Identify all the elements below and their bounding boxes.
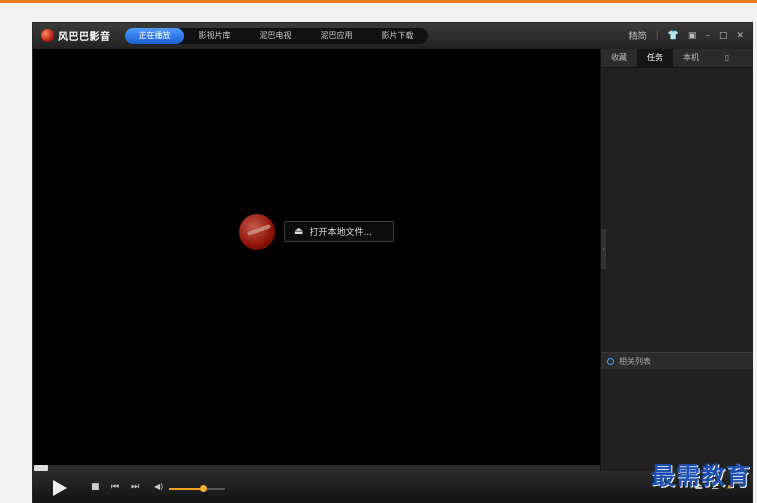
title-bar: 风巴巴影音 正在播放 影视片库 泥巴电视 泥巴应用 影片下载 精简 | 👕 ▣ …	[33, 23, 752, 49]
tab-movie-download[interactable]: 影片下载	[367, 28, 428, 44]
volume-fill	[169, 488, 203, 490]
eject-icon: ⏏	[294, 226, 304, 237]
tab-now-playing[interactable]: 正在播放	[125, 28, 184, 44]
center-logo-icon	[239, 214, 275, 250]
app-name: 风巴巴影音	[58, 32, 111, 43]
tab-tasks[interactable]: 任务	[637, 49, 673, 67]
volume-icon[interactable]: ◀)	[154, 482, 163, 491]
volume-slider[interactable]	[169, 485, 225, 492]
collapse-panel-handle[interactable]: ›	[601, 229, 606, 269]
tab-mud-apps[interactable]: 泥巴应用	[306, 28, 367, 44]
open-local-file-label: 打开本地文件...	[309, 228, 373, 238]
main-nav: 正在播放 影视片库 泥巴电视 泥巴应用 影片下载	[125, 28, 428, 44]
tab-video-library[interactable]: 影视片库	[184, 28, 245, 44]
control-bar: ■ ⏮ ⏭ ◀) ⏏ ☰ ▰	[33, 471, 752, 503]
close-button[interactable]: ✕	[736, 31, 744, 41]
side-tabs: 收藏 任务 本机 ▯	[601, 49, 753, 68]
tab-mud-tv[interactable]: 泥巴电视	[245, 28, 306, 44]
trash-icon[interactable]: ▯	[709, 49, 745, 67]
watermark-text: 最需教育	[651, 461, 751, 490]
maximize-button[interactable]: □	[719, 31, 728, 41]
stop-button[interactable]: ■	[91, 482, 100, 492]
minimize-button[interactable]: –	[705, 31, 710, 41]
volume-handle[interactable]	[199, 485, 207, 492]
side-panel: 收藏 任务 本机 ▯ › 相关列表	[600, 49, 753, 473]
menu-box-icon[interactable]: ▣	[688, 31, 697, 41]
compact-mode-button[interactable]: 精简	[629, 29, 647, 42]
related-list-header[interactable]: 相关列表	[601, 352, 753, 369]
shirt-icon[interactable]: 👕	[668, 31, 679, 41]
player-window: 风巴巴影音 正在播放 影视片库 泥巴电视 泥巴应用 影片下载 精简 | 👕 ▣ …	[32, 22, 753, 503]
tab-favorites[interactable]: 收藏	[601, 49, 637, 67]
window-controls: 精简 | 👕 ▣ – □ ✕	[620, 29, 744, 43]
tab-local[interactable]: 本机	[673, 49, 709, 67]
open-local-file-button[interactable]: ⏏ 打开本地文件...	[284, 221, 394, 242]
play-button[interactable]	[53, 480, 67, 496]
top-accent-bar	[0, 0, 757, 3]
logo-ball-icon	[41, 29, 54, 42]
related-list-label: 相关列表	[619, 356, 651, 366]
video-area[interactable]: ⏏ 打开本地文件...	[33, 49, 600, 465]
divider: |	[655, 30, 659, 41]
related-dot-icon	[607, 357, 614, 365]
next-button[interactable]: ⏭	[131, 482, 139, 492]
previous-button[interactable]: ⏮	[111, 482, 119, 492]
app-logo[interactable]: 风巴巴影音	[41, 28, 111, 43]
